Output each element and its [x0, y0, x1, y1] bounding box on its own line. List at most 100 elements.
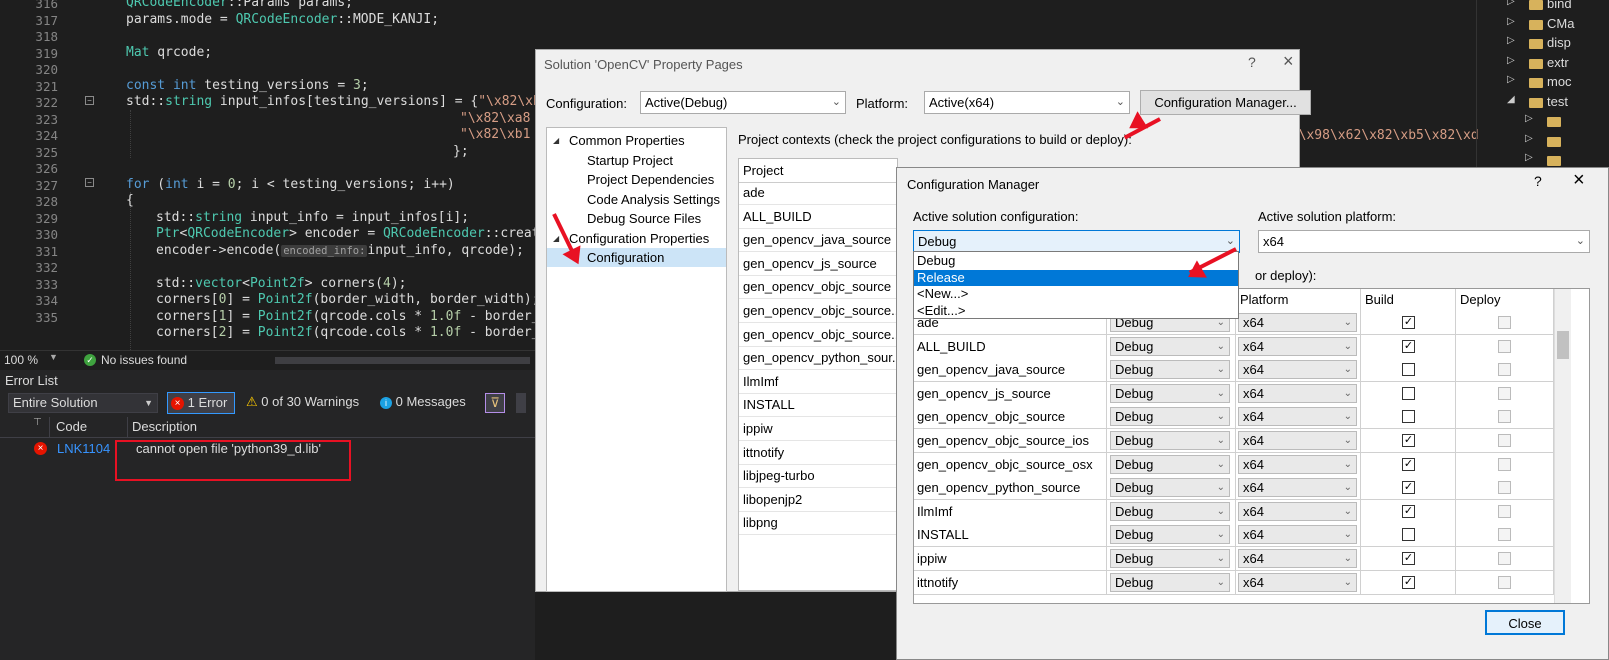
- table-row[interactable]: IlmImf Debug ⌄ x64 ⌄ ✓: [914, 499, 1554, 524]
- configuration-manager-button[interactable]: Configuration Manager...: [1140, 90, 1311, 115]
- collapse-toggle[interactable]: −: [85, 96, 94, 105]
- build-checkbox[interactable]: ✓: [1402, 457, 1415, 471]
- column-header-description[interactable]: Description: [132, 419, 197, 434]
- row-platform-select[interactable]: x64 ⌄: [1238, 501, 1357, 521]
- project-row[interactable]: libopenjp2: [739, 488, 897, 512]
- scope-select[interactable]: Entire Solution ▼: [8, 393, 158, 413]
- table-row[interactable]: gen_opencv_objc_source_ios Debug ⌄ x64 ⌄ ✓: [914, 429, 1554, 453]
- project-row[interactable]: ALL_BUILD: [739, 205, 897, 229]
- platform-select[interactable]: Active(x64) ⌄: [924, 91, 1130, 114]
- project-row[interactable]: gen_opencv_java_source: [739, 228, 897, 253]
- expand-arrow-icon[interactable]: ▷: [1507, 16, 1515, 27]
- row-config-select[interactable]: Debug ⌄: [1110, 549, 1230, 568]
- project-row[interactable]: gen_opencv_js_source: [739, 252, 897, 276]
- deploy-checkbox[interactable]: [1498, 410, 1511, 424]
- deploy-checkbox[interactable]: [1498, 552, 1511, 565]
- table-row[interactable]: gen_opencv_python_source Debug ⌄ x64 ⌄ ✓: [914, 476, 1554, 501]
- expand-arrow-icon[interactable]: ▷: [1525, 152, 1533, 163]
- build-checkbox[interactable]: [1402, 363, 1415, 377]
- nav-item[interactable]: ◢ Configuration Properties: [547, 229, 726, 248]
- nav-item[interactable]: Code Analysis Settings: [547, 190, 726, 209]
- build-checkbox[interactable]: [1402, 528, 1415, 542]
- active-config-select[interactable]: Debug ⌄: [913, 230, 1240, 253]
- row-platform-select[interactable]: x64 ⌄: [1238, 525, 1357, 545]
- zoom-level[interactable]: 100 %: [4, 353, 38, 367]
- row-config-select[interactable]: Debug ⌄: [1110, 501, 1230, 521]
- dropdown-option[interactable]: <Edit...>: [914, 303, 1238, 320]
- table-row[interactable]: gen_opencv_objc_source_osx Debug ⌄ x64 ⌄ ✓: [914, 452, 1554, 477]
- row-platform-select[interactable]: x64 ⌄: [1238, 454, 1357, 474]
- row-config-select[interactable]: Debug ⌄: [1110, 407, 1230, 427]
- messages-filter-button[interactable]: i 0 Messages: [380, 392, 466, 414]
- dropdown-option[interactable]: <New...>: [914, 286, 1238, 303]
- row-config-select[interactable]: Debug ⌄: [1110, 383, 1230, 403]
- build-checkbox[interactable]: ✓: [1402, 552, 1415, 565]
- row-platform-select[interactable]: x64 ⌄: [1238, 336, 1357, 356]
- chevron-down-icon[interactable]: ▼: [49, 352, 58, 362]
- expand-arrow-icon[interactable]: ◢: [553, 229, 559, 248]
- row-config-select[interactable]: Debug ⌄: [1110, 454, 1230, 474]
- project-row[interactable]: ippiw: [739, 417, 897, 441]
- row-platform-select[interactable]: x64 ⌄: [1238, 572, 1357, 592]
- project-row[interactable]: gen_opencv_objc_source...: [739, 323, 897, 347]
- build-checkbox[interactable]: [1402, 410, 1415, 424]
- build-checkbox[interactable]: ✓: [1402, 575, 1415, 589]
- issues-status[interactable]: No issues found: [101, 353, 187, 367]
- row-config-select[interactable]: Debug ⌄: [1110, 572, 1230, 592]
- table-row[interactable]: ittnotify Debug ⌄ x64 ⌄ ✓: [914, 570, 1554, 595]
- toolbar-overflow[interactable]: [516, 393, 526, 413]
- collapse-toggle[interactable]: −: [85, 178, 94, 187]
- table-row[interactable]: ALL_BUILD Debug ⌄ x64 ⌄ ✓: [914, 334, 1554, 359]
- project-row[interactable]: INSTALL: [739, 393, 897, 418]
- project-row[interactable]: gen_opencv_python_sour...: [739, 346, 897, 371]
- configuration-select[interactable]: Active(Debug) ⌄: [640, 91, 846, 114]
- deploy-checkbox[interactable]: [1498, 528, 1511, 542]
- table-row[interactable]: INSTALL Debug ⌄ x64 ⌄: [914, 523, 1554, 548]
- project-row[interactable]: libjpeg-turbo: [739, 464, 897, 489]
- active-platform-select[interactable]: x64 ⌄: [1258, 230, 1590, 253]
- deploy-checkbox[interactable]: [1498, 316, 1511, 329]
- build-checkbox[interactable]: ✓: [1402, 339, 1415, 353]
- deploy-checkbox[interactable]: [1498, 504, 1511, 518]
- horizontal-scrollbar[interactable]: [275, 357, 530, 364]
- row-config-select[interactable]: Debug ⌄: [1110, 360, 1230, 380]
- build-checkbox[interactable]: ✓: [1402, 504, 1415, 518]
- project-row[interactable]: ittnotify: [739, 441, 897, 465]
- expand-arrow-icon[interactable]: ▷: [1507, 0, 1515, 7]
- close-dialog-button[interactable]: Close: [1485, 610, 1565, 635]
- deploy-checkbox[interactable]: [1498, 339, 1511, 353]
- row-config-select[interactable]: Debug ⌄: [1110, 525, 1230, 545]
- expand-arrow-icon[interactable]: ◢: [553, 131, 559, 150]
- table-row[interactable]: gen_opencv_java_source Debug ⌄ x64 ⌄: [914, 358, 1554, 383]
- expand-arrow-icon[interactable]: ▷: [1507, 55, 1515, 66]
- deploy-checkbox[interactable]: [1498, 434, 1511, 447]
- build-checkbox[interactable]: ✓: [1402, 481, 1415, 495]
- nav-item[interactable]: Project Dependencies: [547, 170, 726, 189]
- table-row[interactable]: ippiw Debug ⌄ x64 ⌄ ✓: [914, 547, 1554, 571]
- expand-arrow-icon[interactable]: ▷: [1507, 35, 1515, 46]
- deploy-checkbox[interactable]: [1498, 575, 1511, 589]
- filter-icon[interactable]: ⊽: [485, 393, 505, 413]
- project-row[interactable]: libpng: [739, 511, 897, 536]
- warnings-filter-button[interactable]: ⚠ 0 of 30 Warnings: [246, 392, 359, 414]
- help-button[interactable]: ?: [1534, 173, 1542, 189]
- nav-item[interactable]: Startup Project: [547, 151, 726, 170]
- row-config-select[interactable]: Debug ⌄: [1110, 478, 1230, 498]
- deploy-checkbox[interactable]: [1498, 386, 1511, 400]
- row-platform-select[interactable]: x64 ⌄: [1238, 383, 1357, 403]
- vertical-scrollbar[interactable]: [1554, 289, 1571, 603]
- nav-item[interactable]: Debug Source Files: [547, 209, 726, 228]
- row-platform-select[interactable]: x64 ⌄: [1238, 407, 1357, 427]
- row-platform-select[interactable]: x64 ⌄: [1238, 360, 1357, 380]
- project-row[interactable]: gen_opencv_objc_source: [739, 275, 897, 300]
- errors-filter-button[interactable]: × 1 Error: [167, 392, 235, 414]
- help-button[interactable]: ?: [1248, 54, 1256, 70]
- row-platform-select[interactable]: x64 ⌄: [1238, 313, 1357, 332]
- row-config-select[interactable]: Debug ⌄: [1110, 431, 1230, 450]
- column-header-code[interactable]: Code: [56, 419, 87, 434]
- expand-arrow-icon[interactable]: ▷: [1507, 74, 1515, 85]
- project-row[interactable]: ade: [739, 181, 897, 205]
- build-checkbox[interactable]: [1402, 386, 1415, 400]
- deploy-checkbox[interactable]: [1498, 363, 1511, 377]
- nav-item[interactable]: ◢ Common Properties: [547, 131, 726, 150]
